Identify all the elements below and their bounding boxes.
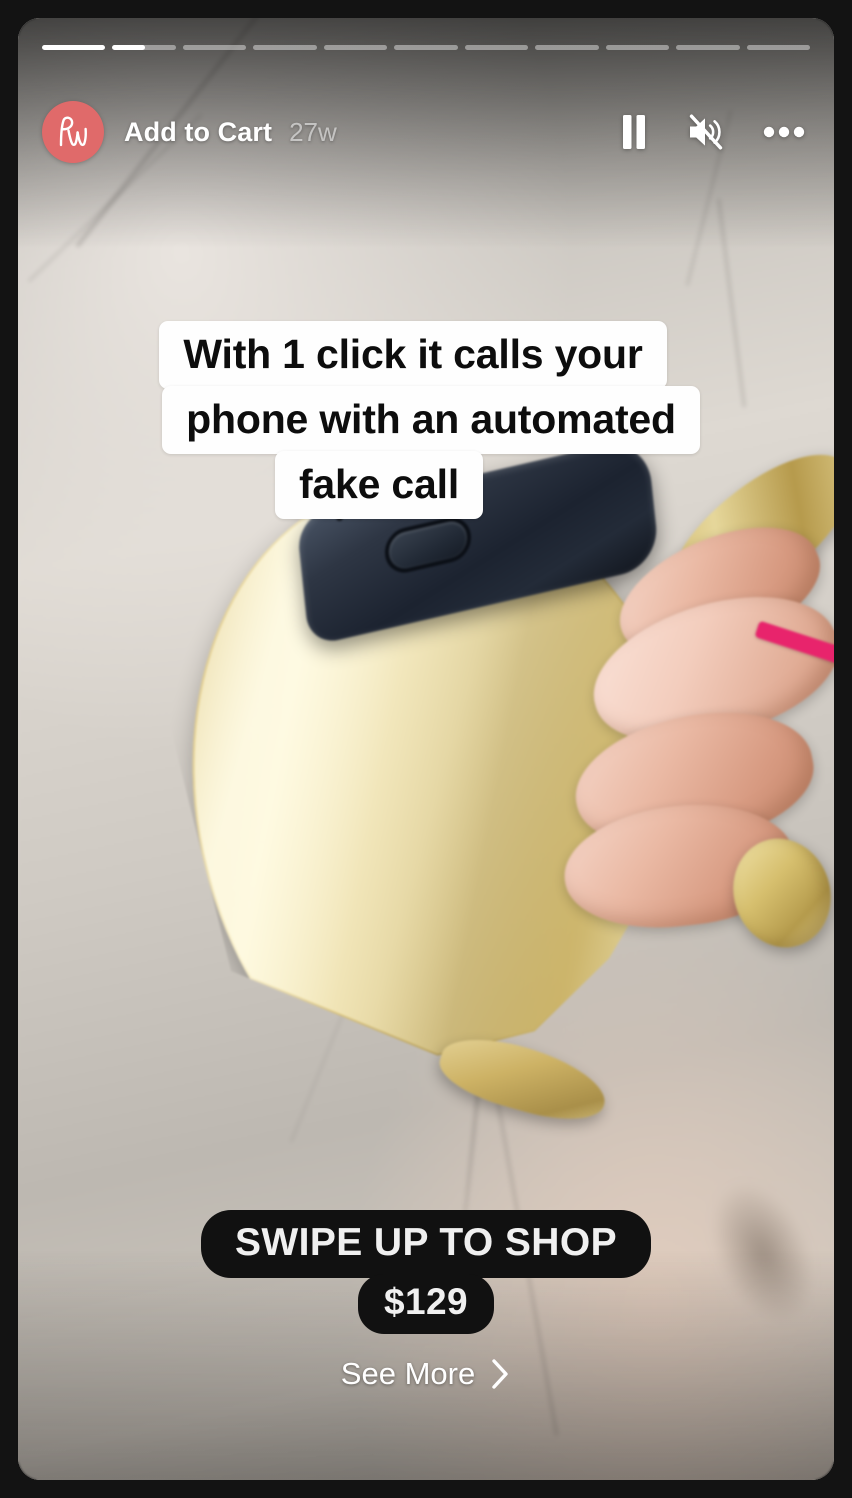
- progress-segment[interactable]: [253, 45, 317, 50]
- progress-segment[interactable]: [605, 45, 670, 50]
- progress-segment[interactable]: [676, 45, 740, 50]
- hand-holding-bracelet: [554, 426, 834, 1008]
- progress-segment[interactable]: [394, 45, 458, 50]
- ellipsis-icon: [763, 126, 805, 138]
- speaker-muted-icon: [689, 114, 723, 150]
- story-viewer: Add to Cart 27w With 1 click it calls yo…: [18, 18, 834, 1480]
- see-more-label: See More: [340, 1356, 476, 1391]
- progress-segment[interactable]: [42, 45, 106, 50]
- progress-segment[interactable]: [746, 45, 810, 50]
- swipe-up-to-shop-label[interactable]: SWIPE UP TO SHOP: [200, 1210, 652, 1278]
- caption-sticker[interactable]: With 1 click it calls your phone with an…: [18, 321, 834, 519]
- caption-line: phone with an automated: [162, 386, 700, 454]
- progress-segment[interactable]: [464, 45, 529, 50]
- cuff-open-tip: [432, 1025, 614, 1133]
- price-badge[interactable]: $129: [358, 1274, 494, 1334]
- caption-line: fake call: [274, 451, 484, 519]
- caption-line: With 1 click it calls your: [159, 321, 667, 389]
- pause-icon: [623, 115, 645, 149]
- pause-button[interactable]: [606, 104, 662, 160]
- story-header: Add to Cart 27w: [42, 92, 812, 172]
- avatar[interactable]: [42, 101, 104, 163]
- progress-segment[interactable]: [323, 45, 388, 50]
- mute-button[interactable]: [678, 104, 734, 160]
- shop-cta: SWIPE UP TO SHOP $129 See More: [18, 1210, 834, 1392]
- see-more-button[interactable]: See More: [341, 1356, 511, 1392]
- progress-segment[interactable]: [112, 45, 176, 50]
- chevron-right-icon: [492, 1359, 508, 1389]
- more-options-button[interactable]: [756, 104, 812, 160]
- progress-segment[interactable]: [182, 45, 247, 50]
- story-progress-bar: [42, 45, 810, 50]
- story-username[interactable]: Add to Cart: [124, 117, 272, 148]
- story-timestamp: 27w: [289, 116, 337, 147]
- progress-segment[interactable]: [535, 45, 599, 50]
